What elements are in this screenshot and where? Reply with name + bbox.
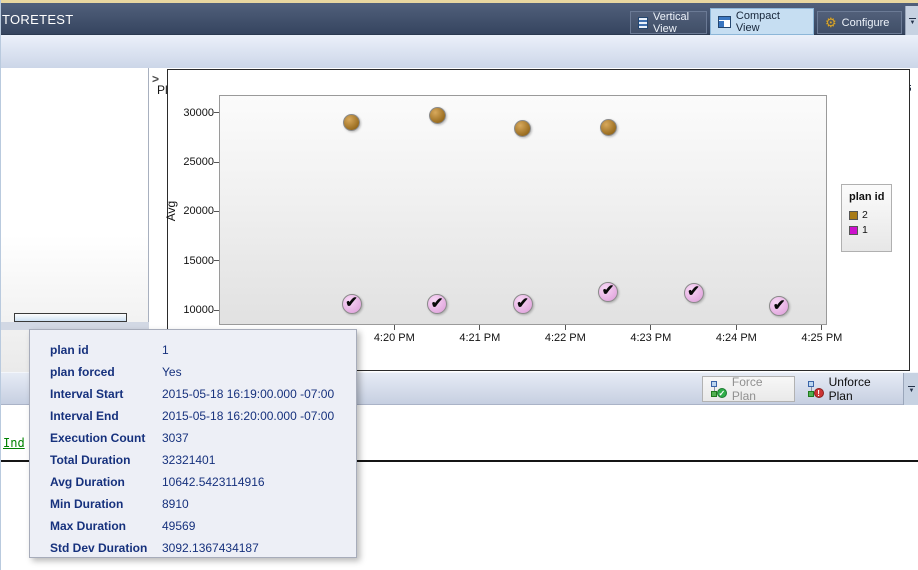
titlebar: TORETEST Vertical View Compact View ⚙ Co…: [1, 3, 918, 38]
forced-plan-check-icon: ✔: [345, 294, 358, 312]
data-point-plan-2[interactable]: [514, 119, 532, 137]
window-title: TORETEST: [2, 12, 74, 27]
unforce-plan-label: Unforce Plan: [828, 375, 871, 403]
data-point-plan-1[interactable]: ✔: [512, 294, 533, 315]
force-plan-button[interactable]: ✓ Force Plan: [702, 375, 795, 403]
tooltip-row-label: Min Duration: [50, 497, 124, 511]
compact-view-button[interactable]: Compact View: [710, 8, 814, 35]
tooltip-row-value: 10642.5423114916: [162, 475, 265, 489]
data-point-plan-2[interactable]: [428, 107, 446, 125]
tooltip-row: plan forced Yes: [50, 361, 356, 383]
tooltip-row-label: Max Duration: [50, 519, 127, 533]
tooltip-row: Avg Duration 10642.5423114916: [50, 471, 356, 493]
compact-view-icon: [718, 15, 731, 28]
plan-text-snippet: Ind: [3, 436, 25, 450]
tooltip-row: Max Duration 49569: [50, 515, 356, 537]
data-point-plan-2[interactable]: [599, 118, 617, 136]
forced-plan-check-icon: ✔: [601, 282, 615, 300]
tooltip-row-label: Interval Start: [50, 387, 124, 401]
chevron-down-icon: ▼: [908, 387, 915, 394]
tooltip-row-label: Execution Count: [50, 431, 146, 445]
query-store-window: TORETEST Vertical View Compact View ⚙ Co…: [0, 0, 918, 570]
forced-plan-check-icon: ✔: [772, 296, 786, 314]
tooltip-row: Min Duration 8910: [50, 493, 356, 515]
vertical-view-icon: [638, 16, 649, 29]
plan-summary-toolbar: ▼ Plan Summary For Query 1 ✓ !: [1, 35, 918, 100]
tooltip-row-value: 1: [162, 343, 169, 357]
tooltip-row-value: 32321401: [162, 453, 216, 467]
legend-swatch: [849, 210, 858, 220]
tooltip-row: Interval Start 2015-05-18 16:19:00.000 -0…: [50, 383, 356, 405]
vertical-view-button[interactable]: Vertical View: [630, 10, 707, 35]
legend-swatch: [849, 225, 858, 235]
tooltip-row-value: 3037: [162, 431, 189, 445]
tooltip-row: plan id 1: [50, 339, 356, 361]
vertical-view-label: Vertical View: [653, 10, 690, 35]
tooltip-row-label: Interval End: [50, 409, 119, 423]
tooltip-row-value: 3092.1367434187: [162, 541, 259, 555]
unforce-plan-icon: !: [808, 381, 824, 398]
forced-plan-check-icon: ✔: [430, 294, 444, 312]
tooltip-row-value: 2015-05-18 16:20:00.000 -07:00: [162, 409, 335, 423]
tooltip-row-value: 49569: [162, 519, 196, 533]
left-panel-axis-box: [14, 313, 127, 322]
data-point-plan-1[interactable]: ✔: [598, 281, 619, 302]
tooltip-row-label: Avg Duration: [50, 475, 125, 489]
force-plan-icon: ✓: [711, 381, 727, 398]
tooltip-row-value: 2015-05-18 16:19:00.000 -07:00: [162, 387, 335, 401]
tooltip-row-value: Yes: [162, 365, 182, 379]
tooltip-row-label: Total Duration: [50, 453, 131, 467]
data-point-plan-1[interactable]: ✔: [341, 293, 362, 314]
tooltip-row: Std Dev Duration 3092.1367434187: [50, 537, 356, 559]
configure-label: Configure: [841, 16, 890, 29]
compact-view-label: Compact View: [735, 9, 780, 34]
data-point-plan-1[interactable]: ✔: [683, 282, 704, 303]
plan-toolbar-overflow-button[interactable]: ▼: [903, 373, 918, 406]
unforce-plan-button[interactable]: ! Unforce Plan: [800, 375, 900, 403]
titlebar-overflow-button[interactable]: ▼: [905, 6, 918, 38]
legend-entry-plan-2[interactable]: 2: [849, 209, 891, 221]
forced-plan-check-icon: ✔: [687, 283, 700, 301]
tooltip-row: Execution Count 3037: [50, 427, 356, 449]
tooltip-row-value: 8910: [162, 497, 189, 511]
chart-legend: plan id 21: [841, 184, 892, 252]
chevron-down-icon: ▼: [909, 20, 916, 26]
tooltip-row: Total Duration 32321401: [50, 449, 356, 471]
gear-icon: ⚙: [825, 15, 837, 30]
legend-entries: 21: [849, 209, 891, 236]
tooltip-row-label: plan id: [50, 343, 89, 357]
right-gutter: [911, 68, 918, 372]
tooltip-row-label: plan forced: [50, 365, 115, 379]
configure-button[interactable]: ⚙ Configure: [817, 11, 902, 34]
legend-entry-plan-1[interactable]: 1: [849, 224, 891, 236]
expand-panel-chevron[interactable]: >: [152, 72, 159, 86]
tooltip-row-label: Std Dev Duration: [50, 541, 148, 555]
force-plan-label: Force Plan: [731, 375, 763, 403]
y-axis-label: Avg: [164, 200, 178, 222]
tooltip-row: Interval End 2015-05-18 16:20:00.000 -07:…: [50, 405, 356, 427]
forced-plan-check-icon: ✔: [516, 294, 529, 312]
plan-details-tooltip: plan id 1 plan forced Yes Interval Start 2015…: [29, 329, 357, 558]
legend-entry-label: 1: [862, 224, 868, 236]
legend-title: plan id: [849, 191, 885, 203]
legend-entry-label: 2: [862, 209, 868, 221]
